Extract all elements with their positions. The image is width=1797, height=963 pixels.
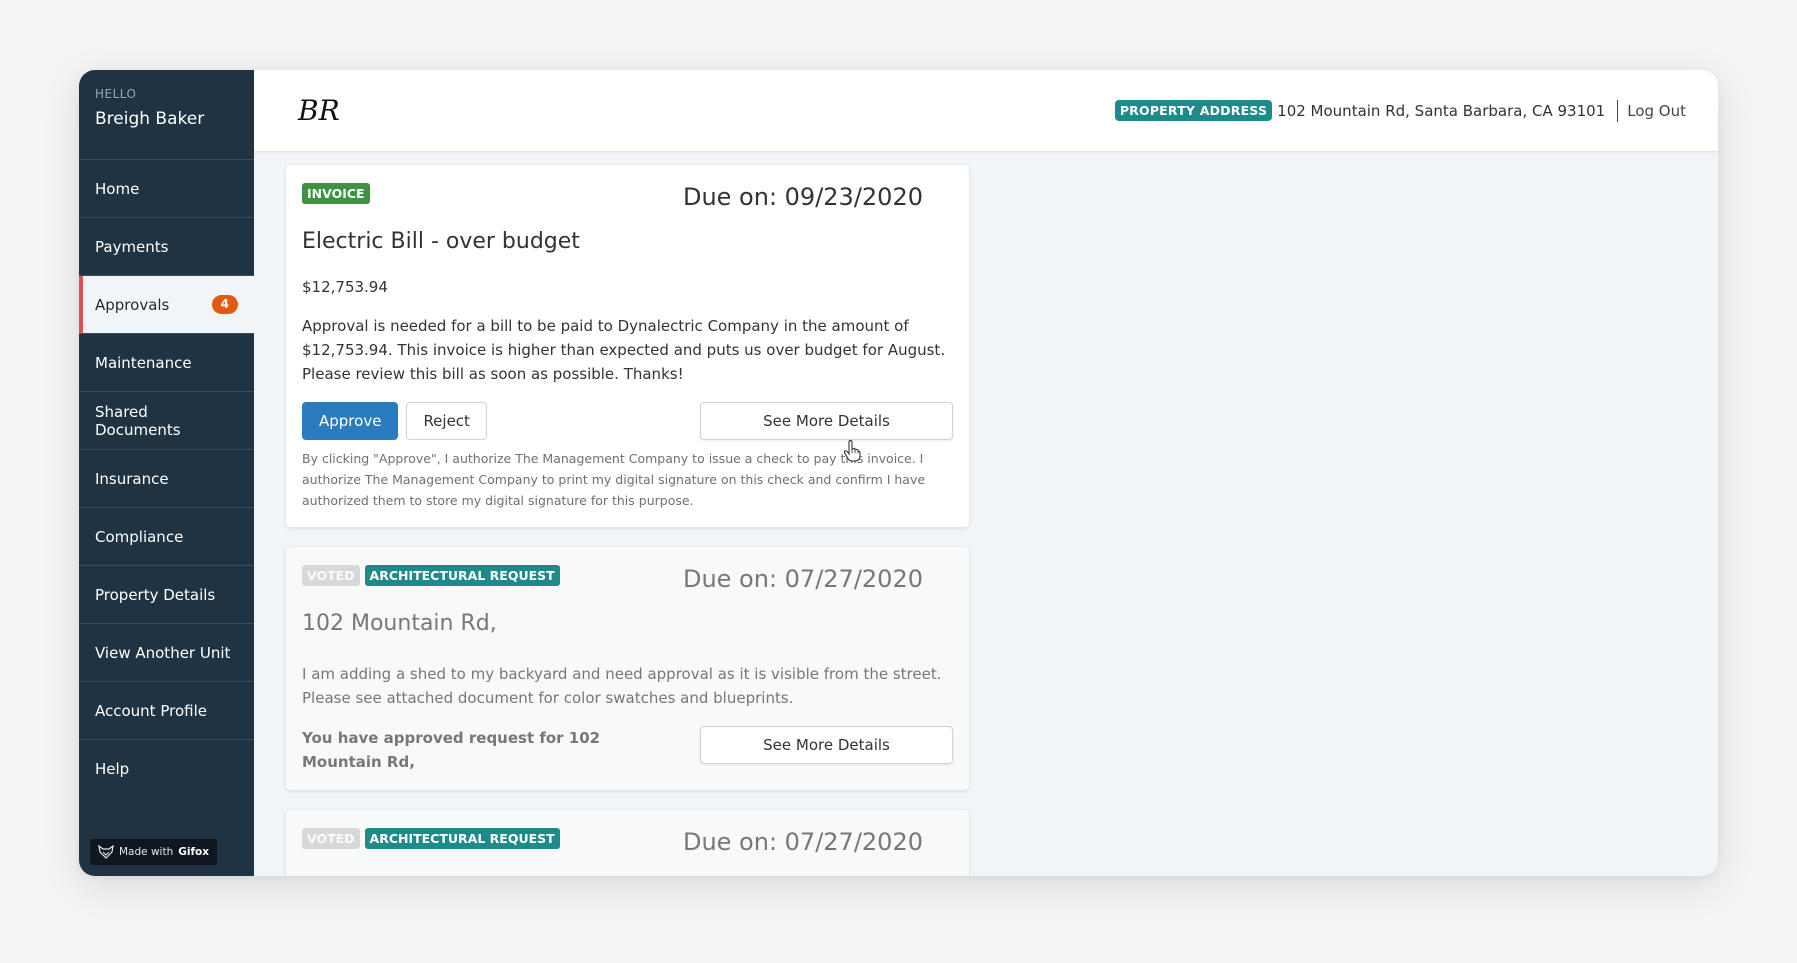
voted-tag: VOTED bbox=[302, 828, 360, 849]
card-tags: VOTED ARCHITECTURAL REQUEST bbox=[302, 565, 560, 586]
approvals-list: INVOICE Due on: 09/23/2020 Electric Bill… bbox=[286, 165, 969, 876]
property-address: 102 Mountain Rd, Santa Barbara, CA 93101 bbox=[1277, 101, 1606, 120]
header-divider bbox=[1617, 99, 1619, 122]
sidebar-item-label: Insurance bbox=[95, 469, 169, 488]
user-name: Breigh Baker bbox=[95, 109, 205, 129]
approval-card-architectural: VOTED ARCHITECTURAL REQUEST Due on: 07/2… bbox=[286, 810, 969, 876]
approvals-count-badge: 4 bbox=[211, 295, 238, 314]
sidebar-item-label: Property Details bbox=[95, 585, 216, 604]
sidebar-item-label: View Another Unit bbox=[95, 643, 231, 662]
sidebar-item-shared-documents[interactable]: Shared Documents bbox=[79, 392, 254, 450]
approve-button[interactable]: Approve bbox=[302, 402, 399, 440]
watermark-brand: Gifox bbox=[178, 846, 210, 858]
card-tags: VOTED ARCHITECTURAL REQUEST bbox=[302, 828, 560, 849]
card-description: I am adding a shed to my backyard and ne… bbox=[302, 665, 942, 707]
vote-status-message: You have approved request for 102 Mounta… bbox=[302, 729, 601, 771]
property-address-badge: PROPERTY ADDRESS bbox=[1114, 100, 1273, 121]
logo: BR bbox=[298, 94, 340, 127]
sidebar-item-label: Compliance bbox=[95, 527, 184, 546]
sidebar-item-label: Home bbox=[95, 179, 140, 198]
sidebar-item-insurance[interactable]: Insurance bbox=[79, 450, 254, 508]
watermark-prefix: Made with bbox=[119, 846, 174, 858]
sidebar-item-label: Approvals bbox=[95, 295, 170, 314]
sidebar: HELLO Breigh Baker Home Payments Approva… bbox=[79, 70, 254, 876]
approval-card-architectural: VOTED ARCHITECTURAL REQUEST Due on: 07/2… bbox=[286, 547, 969, 790]
sidebar-item-compliance[interactable]: Compliance bbox=[79, 508, 254, 566]
sidebar-item-approvals[interactable]: Approvals 4 bbox=[79, 276, 254, 334]
due-date: Due on: 07/27/2020 bbox=[682, 565, 923, 593]
see-more-details-button[interactable]: See More Details bbox=[700, 402, 953, 440]
voted-tag: VOTED bbox=[302, 565, 360, 586]
top-bar: BR PROPERTY ADDRESS 102 Mountain Rd, San… bbox=[254, 70, 1718, 152]
see-more-details-button[interactable]: See More Details bbox=[700, 726, 953, 764]
invoice-amount: $12,753.94 bbox=[302, 278, 388, 296]
property-info: PROPERTY ADDRESS 102 Mountain Rd, Santa … bbox=[1114, 99, 1686, 122]
hello-label: HELLO bbox=[95, 87, 137, 101]
invoice-tag: INVOICE bbox=[302, 183, 370, 204]
sidebar-item-label: Payments bbox=[95, 237, 169, 256]
hand-cursor-icon bbox=[843, 440, 861, 462]
user-greeting: HELLO Breigh Baker bbox=[79, 70, 254, 160]
due-date: Due on: 09/23/2020 bbox=[682, 183, 923, 211]
sidebar-item-payments[interactable]: Payments bbox=[79, 218, 254, 276]
app-window: HELLO Breigh Baker Home Payments Approva… bbox=[79, 70, 1718, 876]
sidebar-nav: Home Payments Approvals 4 Maintenance Sh… bbox=[79, 160, 254, 798]
architectural-request-tag: ARCHITECTURAL REQUEST bbox=[364, 828, 560, 849]
card-description: Approval is needed for a bill to be paid… bbox=[302, 317, 946, 383]
sidebar-item-label: Account Profile bbox=[95, 701, 207, 720]
sidebar-item-account-profile[interactable]: Account Profile bbox=[79, 682, 254, 740]
reject-button[interactable]: Reject bbox=[406, 402, 487, 440]
sidebar-item-label: Maintenance bbox=[95, 353, 192, 372]
gifox-watermark: Made with Gifox bbox=[90, 839, 218, 865]
sidebar-item-label: Help bbox=[95, 760, 130, 778]
card-title: Electric Bill - over budget bbox=[302, 229, 580, 254]
sidebar-item-label: Shared Documents bbox=[95, 402, 181, 439]
main-area: BR PROPERTY ADDRESS 102 Mountain Rd, San… bbox=[254, 70, 1718, 876]
fox-icon bbox=[98, 845, 114, 859]
sidebar-item-maintenance[interactable]: Maintenance bbox=[79, 334, 254, 392]
sidebar-item-view-another-unit[interactable]: View Another Unit bbox=[79, 624, 254, 682]
sidebar-item-home[interactable]: Home bbox=[79, 160, 254, 218]
card-tags: INVOICE bbox=[302, 183, 370, 204]
card-title: 102 Mountain Rd, bbox=[302, 611, 497, 636]
logout-link[interactable]: Log Out bbox=[1627, 102, 1686, 120]
sidebar-item-property-details[interactable]: Property Details bbox=[79, 566, 254, 624]
approval-card-invoice: INVOICE Due on: 09/23/2020 Electric Bill… bbox=[286, 165, 969, 527]
architectural-request-tag: ARCHITECTURAL REQUEST bbox=[364, 565, 560, 586]
sidebar-item-help[interactable]: Help bbox=[79, 740, 254, 798]
due-date: Due on: 07/27/2020 bbox=[682, 828, 923, 856]
